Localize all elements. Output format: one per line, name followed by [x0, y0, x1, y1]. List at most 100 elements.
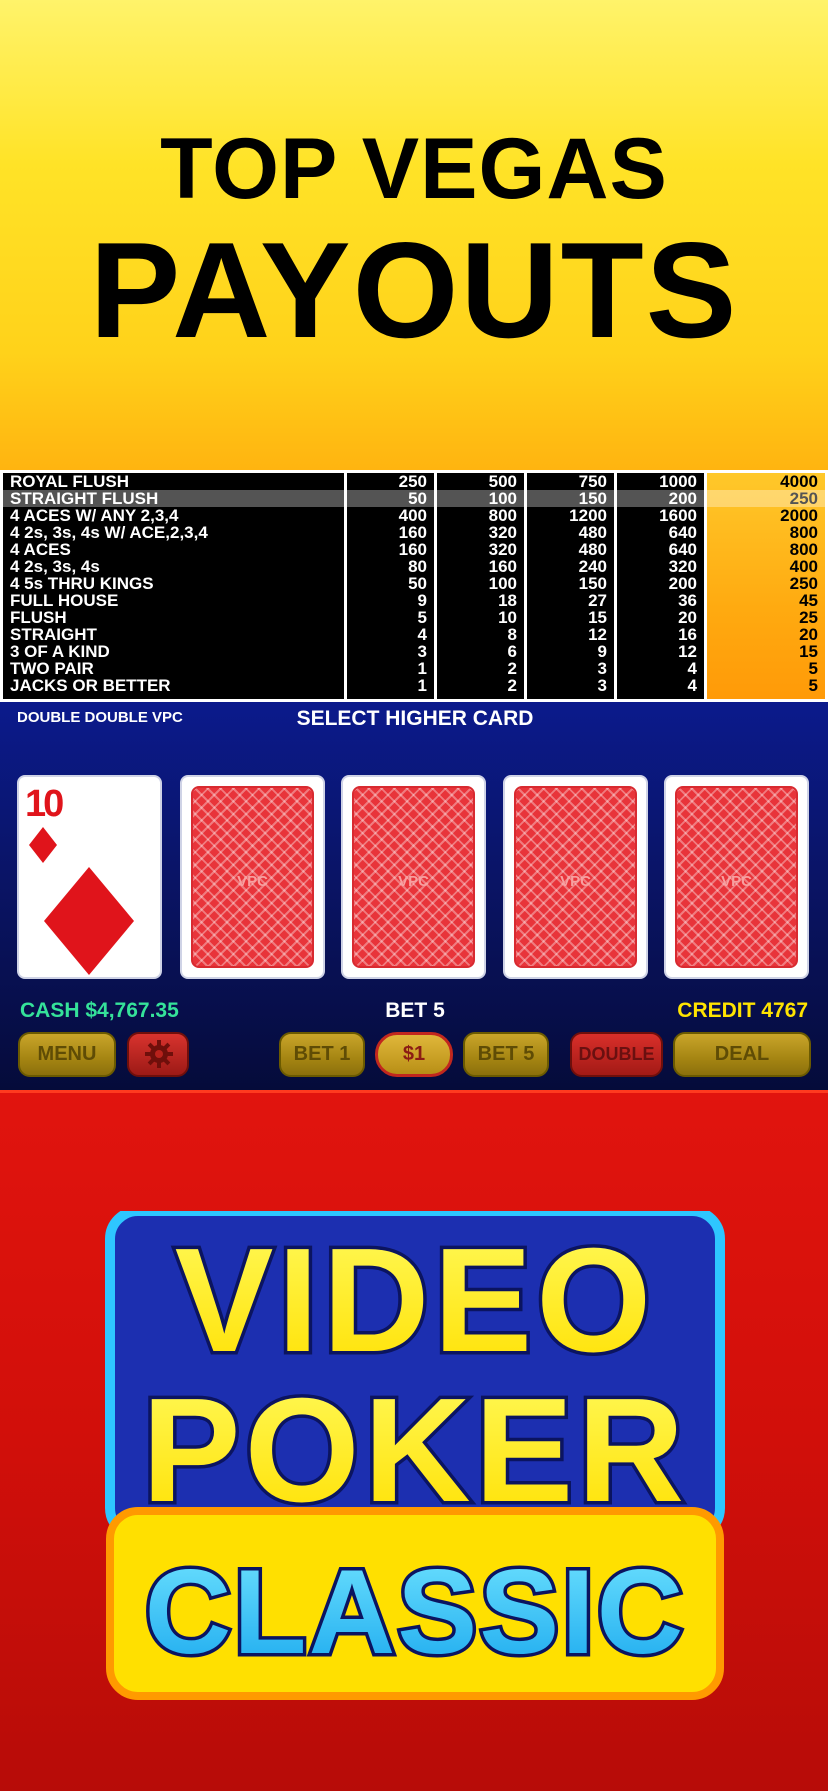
paytable-hand-label: TWO PAIR	[10, 659, 94, 678]
video-poker-classic-logo: VIDEO POKER CLASSIC	[105, 1211, 725, 1700]
dealer-card: 10	[17, 775, 162, 979]
paytable-payout-value: 480	[578, 523, 607, 542]
paytable-payout-value: 160	[398, 540, 427, 559]
paytable-payout-value: 80	[408, 557, 427, 576]
paytable-payout-value: 45	[799, 591, 818, 610]
paytable-payout-value: 5	[808, 676, 818, 695]
paytable-hand-label: FULL HOUSE	[10, 591, 119, 610]
paytable-payout-value: 400	[398, 506, 427, 525]
paytable-payout-value: 400	[789, 557, 818, 576]
paytable-payout-value: 1000	[659, 472, 697, 491]
paytable-hand-label: STRAIGHT	[10, 625, 97, 644]
paytable-hand-label: 4 ACES	[10, 540, 71, 559]
paytable-payout-value: 1200	[569, 506, 607, 525]
paytable-payout-value: 250	[789, 574, 818, 593]
paytable-row-highlight	[3, 490, 825, 507]
paytable-payout-value: 800	[488, 506, 517, 525]
paytable-hand-label: 4 2s, 3s, 4s W/ ACE,2,3,4	[10, 523, 208, 542]
paytable-payout-value: 20	[799, 625, 818, 644]
paytable-payout-value: 4	[417, 625, 427, 644]
paytable-payout-value: 3	[597, 659, 607, 678]
settings-button[interactable]	[127, 1032, 189, 1077]
player-card-2[interactable]: VPC	[341, 775, 486, 979]
paytable-payout-value: 2	[507, 659, 517, 678]
paytable-payout-value: 240	[578, 557, 607, 576]
paytable-hand-label: 3 OF A KIND	[10, 642, 110, 661]
paytable-hand-label: 4 2s, 3s, 4s	[10, 557, 100, 576]
paytable-hand-label: 4 ACES W/ ANY 2,3,4	[10, 506, 179, 525]
paytable-payout-value: 3	[597, 676, 607, 695]
card-back: VPC	[675, 786, 798, 968]
card-back: VPC	[191, 786, 314, 968]
credit-display: CREDIT 4767	[677, 999, 808, 1022]
paytable-payout-value: 1	[417, 659, 427, 678]
paytable-payout-value: 10	[498, 608, 517, 627]
bet-one-button[interactable]: BET 1	[279, 1032, 365, 1077]
paytable-payout-value: 27	[588, 591, 607, 610]
paytable-payout-value: 4000	[780, 472, 818, 491]
paytable-payout-value: 100	[488, 574, 517, 593]
paytable-payout-value: 150	[578, 574, 607, 593]
card-back-logo: VPC	[560, 873, 591, 890]
game-area: DOUBLE DOUBLE VPC SELECT HIGHER CARD 10 …	[0, 702, 828, 1090]
paytable: ROYAL FLUSH STRAIGHT FLUSH 4 ACES W/ ANY 2…	[0, 470, 828, 702]
player-card-4[interactable]: VPC	[664, 775, 809, 979]
gear-icon	[145, 1040, 173, 1068]
paytable-payout-value: 250	[398, 472, 427, 491]
paytable-hand-label: 4 5s THRU KINGS	[10, 574, 154, 593]
logo-banner: VIDEO POKER CLASSIC	[0, 1090, 828, 1791]
game-message: SELECT HIGHER CARD	[296, 707, 534, 730]
player-card-1[interactable]: VPC	[180, 775, 325, 979]
logo-line-poker: POKER	[142, 1368, 688, 1533]
paytable-payout-value: 4	[687, 676, 697, 695]
double-button[interactable]: DOUBLE	[570, 1032, 663, 1077]
paytable-payout-value: 12	[678, 642, 697, 661]
card-back-logo: VPC	[721, 873, 752, 890]
card-back: VPC	[352, 786, 475, 968]
card-back-logo: VPC	[237, 873, 268, 890]
deal-button[interactable]: DEAL	[673, 1032, 811, 1077]
paytable-payout-value: 320	[668, 557, 697, 576]
paytable-payout-value: 5	[808, 659, 818, 678]
paytable-payout-value: 800	[789, 523, 818, 542]
paytable-payout-value: 18	[498, 591, 517, 610]
paytable-payout-value: 500	[488, 472, 517, 491]
paytable-payout-value: 5	[417, 608, 427, 627]
paytable-payout-value: 15	[588, 608, 607, 627]
paytable-payout-value: 25	[799, 608, 818, 627]
paytable-hand-label: JACKS OR BETTER	[10, 676, 171, 695]
denomination-button[interactable]: $1	[375, 1032, 453, 1077]
logo-line-classic: CLASSIC	[145, 1545, 686, 1679]
hero-title-line1: TOP VEGAS	[160, 121, 668, 217]
hero-title-line2: PAYOUTS	[89, 214, 739, 366]
paytable-payout-value: 320	[488, 523, 517, 542]
card-back: VPC	[514, 786, 637, 968]
paytable-payout-value: 16	[678, 625, 697, 644]
paytable-payout-value: 36	[678, 591, 697, 610]
bet-max-button[interactable]: BET 5	[463, 1032, 549, 1077]
paytable-payout-value: 6	[507, 642, 517, 661]
diamond-icon	[44, 867, 134, 975]
paytable-payout-value: 750	[578, 472, 607, 491]
paytable-payout-value: 2000	[780, 506, 818, 525]
paytable-payout-value: 9	[597, 642, 607, 661]
menu-button[interactable]: MENU	[18, 1032, 116, 1077]
player-card-3[interactable]: VPC	[503, 775, 648, 979]
card-back-logo: VPC	[398, 873, 429, 890]
paytable-payout-value: 12	[588, 625, 607, 644]
paytable-payout-value: 2	[507, 676, 517, 695]
bet-display: BET 5	[385, 999, 445, 1022]
paytable-hand-label: FLUSH	[10, 608, 67, 627]
paytable-payout-value: 15	[799, 642, 818, 661]
paytable-payout-value: 1	[417, 676, 427, 695]
card-rank: 10	[25, 783, 64, 825]
paytable-payout-value: 160	[398, 523, 427, 542]
paytable-payout-value: 1600	[659, 506, 697, 525]
paytable-payout-value: 4	[687, 659, 697, 678]
paytable-payout-value: 480	[578, 540, 607, 559]
paytable-payout-value: 200	[668, 574, 697, 593]
paytable-payout-value: 3	[417, 642, 427, 661]
paytable-payout-value: 50	[408, 574, 427, 593]
cash-display: CASH $4,767.35	[20, 999, 179, 1022]
paytable-payout-value: 9	[417, 591, 427, 610]
